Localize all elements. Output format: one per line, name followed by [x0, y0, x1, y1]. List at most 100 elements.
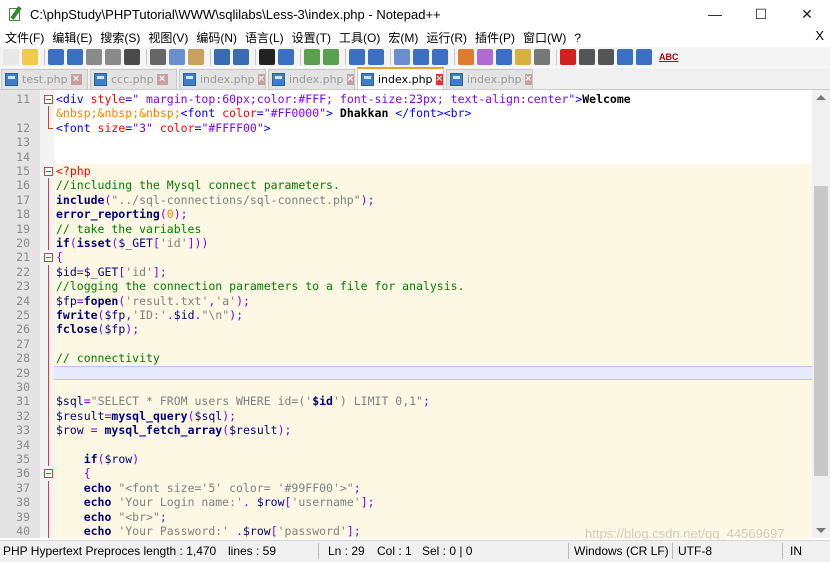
tab-index-php[interactable]: index.php × — [357, 67, 444, 89]
code-line[interactable]: 39 echo "<br>"; — [0, 509, 812, 524]
cut-icon[interactable] — [150, 49, 166, 65]
vertical-scrollbar[interactable] — [812, 90, 830, 538]
scroll-down-arrow-icon[interactable] — [816, 528, 826, 533]
indent-guide-icon[interactable] — [432, 49, 448, 65]
undo-icon[interactable] — [214, 49, 230, 65]
code-line[interactable]: 21 { — [0, 250, 812, 265]
menu-item[interactable]: 设置(T) — [287, 29, 334, 46]
monitoring-icon[interactable] — [534, 49, 550, 65]
find-icon[interactable] — [259, 49, 275, 65]
tab-test-php[interactable]: test.php × — [1, 69, 88, 89]
maximize-button[interactable]: ☐ — [738, 0, 784, 28]
save-macro-icon[interactable] — [636, 49, 652, 65]
tab-close-icon[interactable]: × — [524, 74, 533, 85]
zoom-out-icon[interactable] — [323, 49, 339, 65]
show-all-chars-icon[interactable] — [413, 49, 429, 65]
minimize-button[interactable]: — — [692, 0, 738, 28]
sync-horizontal-icon[interactable] — [368, 49, 384, 65]
save-icon[interactable] — [48, 49, 64, 65]
menu-item[interactable]: 视图(V) — [143, 29, 191, 46]
code-line[interactable]: 35 if($row) — [0, 452, 812, 467]
menu-item[interactable]: 窗口(W) — [518, 29, 569, 46]
code-line[interactable]: &nbsp;&nbsp;&nbsp;<font color="#FF0000">… — [0, 106, 812, 121]
code-line[interactable]: 19 // take the variables — [0, 221, 812, 236]
spellcheck-icon[interactable]: ABC — [659, 49, 679, 65]
stop-macro-icon[interactable] — [579, 49, 595, 65]
run-macro-multiple-icon[interactable] — [617, 49, 633, 65]
tab-close-icon[interactable]: × — [156, 74, 168, 85]
code-line[interactable]: 17 include("../sql-connections/sql-connec… — [0, 192, 812, 208]
tab-index-php[interactable]: index.php × — [179, 69, 266, 89]
code-line[interactable]: 29 — [0, 365, 812, 380]
code-line[interactable]: 18 error_reporting(0); — [0, 207, 812, 222]
code-line[interactable]: 33 $row = mysql_fetch_array($result); — [0, 423, 812, 438]
fold-toggle-icon[interactable] — [44, 167, 53, 176]
tab-close-icon[interactable]: × — [70, 74, 82, 85]
replace-icon[interactable] — [278, 49, 294, 65]
menu-item[interactable]: 宏(M) — [383, 29, 421, 46]
redo-icon[interactable] — [233, 49, 249, 65]
fold-toggle-icon[interactable] — [44, 253, 53, 263]
new-file-icon[interactable] — [3, 49, 19, 65]
code-line[interactable]: 31 $sql="SELECT * FROM users WHERE id=('$… — [0, 394, 812, 409]
menu-item[interactable]: 文件(F) — [0, 29, 47, 46]
close-all-icon[interactable] — [105, 49, 121, 65]
code-line[interactable]: 16 //including the Mysql connect paramete… — [0, 178, 812, 193]
menu-item[interactable]: 工具(O) — [334, 29, 383, 46]
code-line[interactable]: 37 echo "<font size='5' color= '#99FF00'… — [0, 480, 812, 496]
scrollbar-thumb[interactable] — [814, 186, 828, 476]
tab-close-icon[interactable]: × — [257, 74, 266, 85]
zoom-in-icon[interactable] — [304, 49, 320, 65]
code-line[interactable]: 30 — [0, 380, 812, 395]
menu-item[interactable]: 搜索(S) — [95, 29, 143, 46]
tab-ccc-php[interactable]: ccc.php × — [90, 69, 177, 89]
menu-item[interactable]: 编辑(E) — [47, 29, 95, 46]
code-line[interactable]: 26 fclose($fp); — [0, 322, 812, 337]
save-all-icon[interactable] — [67, 49, 83, 65]
code-line[interactable]: 12 <font size="3" color="#FFFF00"> — [0, 120, 812, 135]
code-line[interactable]: 34 — [0, 437, 812, 452]
tab-index-php[interactable]: index.php × — [268, 69, 355, 89]
word-wrap-icon[interactable] — [394, 49, 410, 65]
code-line[interactable]: 23 //logging the connection parameters to… — [0, 279, 812, 294]
scroll-up-arrow-icon[interactable] — [816, 95, 826, 100]
code-line[interactable]: 25 fwrite($fp,'ID:'.$id."\n"); — [0, 308, 812, 323]
close-document-button[interactable]: X — [815, 28, 824, 43]
code-line[interactable]: 14 — [0, 150, 812, 164]
tab-index-php[interactable]: index.php × — [446, 69, 533, 89]
code-line[interactable]: 20 if(isset($_GET['id'])) — [0, 236, 812, 251]
code-line[interactable]: 22 $id=$_GET['id']; — [0, 264, 812, 280]
code-line[interactable]: 24 $fp=fopen('result.txt','a'); — [0, 293, 812, 308]
close-icon[interactable] — [86, 49, 102, 65]
menu-item[interactable]: 编码(N) — [191, 29, 240, 46]
menu-item[interactable]: 语言(L) — [240, 29, 287, 46]
close-window-button[interactable]: ✕ — [784, 0, 830, 28]
code-line[interactable]: 13 — [0, 135, 812, 149]
code-line[interactable]: 38 echo 'Your Login name:'. $row['userna… — [0, 495, 812, 510]
code-editor[interactable]: 11 <div style=" margin-top:60px;color:#FF… — [0, 90, 812, 538]
print-icon[interactable] — [124, 49, 140, 65]
tab-close-icon[interactable]: × — [346, 74, 355, 85]
copy-icon[interactable] — [169, 49, 185, 65]
code-line[interactable]: 27 — [0, 336, 812, 352]
record-macro-icon[interactable] — [560, 49, 576, 65]
code-line[interactable]: 28 // connectivity — [0, 351, 812, 366]
fold-toggle-icon[interactable] — [44, 469, 53, 479]
code-line[interactable]: 15 <?php — [0, 164, 812, 179]
menu-item[interactable]: 运行(R) — [421, 29, 470, 46]
open-file-icon[interactable] — [22, 49, 38, 65]
folder-as-workspace-icon[interactable] — [515, 49, 531, 65]
function-list-icon[interactable] — [496, 49, 512, 65]
menu-item[interactable]: ? — [569, 31, 584, 45]
code-line[interactable]: 11 <div style=" margin-top:60px;color:#FF… — [0, 92, 812, 106]
doc-map-icon[interactable] — [477, 49, 493, 65]
tab-close-icon[interactable]: × — [435, 73, 444, 85]
user-lang-icon[interactable] — [458, 49, 474, 65]
menu-item[interactable]: 插件(P) — [470, 29, 518, 46]
code-line[interactable]: 36 { — [0, 466, 812, 481]
play-macro-icon[interactable] — [598, 49, 614, 65]
paste-icon[interactable] — [188, 49, 204, 65]
fold-toggle-icon[interactable] — [44, 95, 53, 104]
sync-vertical-icon[interactable] — [349, 49, 365, 65]
code-line[interactable]: 32 $result=mysql_query($sql); — [0, 408, 812, 424]
